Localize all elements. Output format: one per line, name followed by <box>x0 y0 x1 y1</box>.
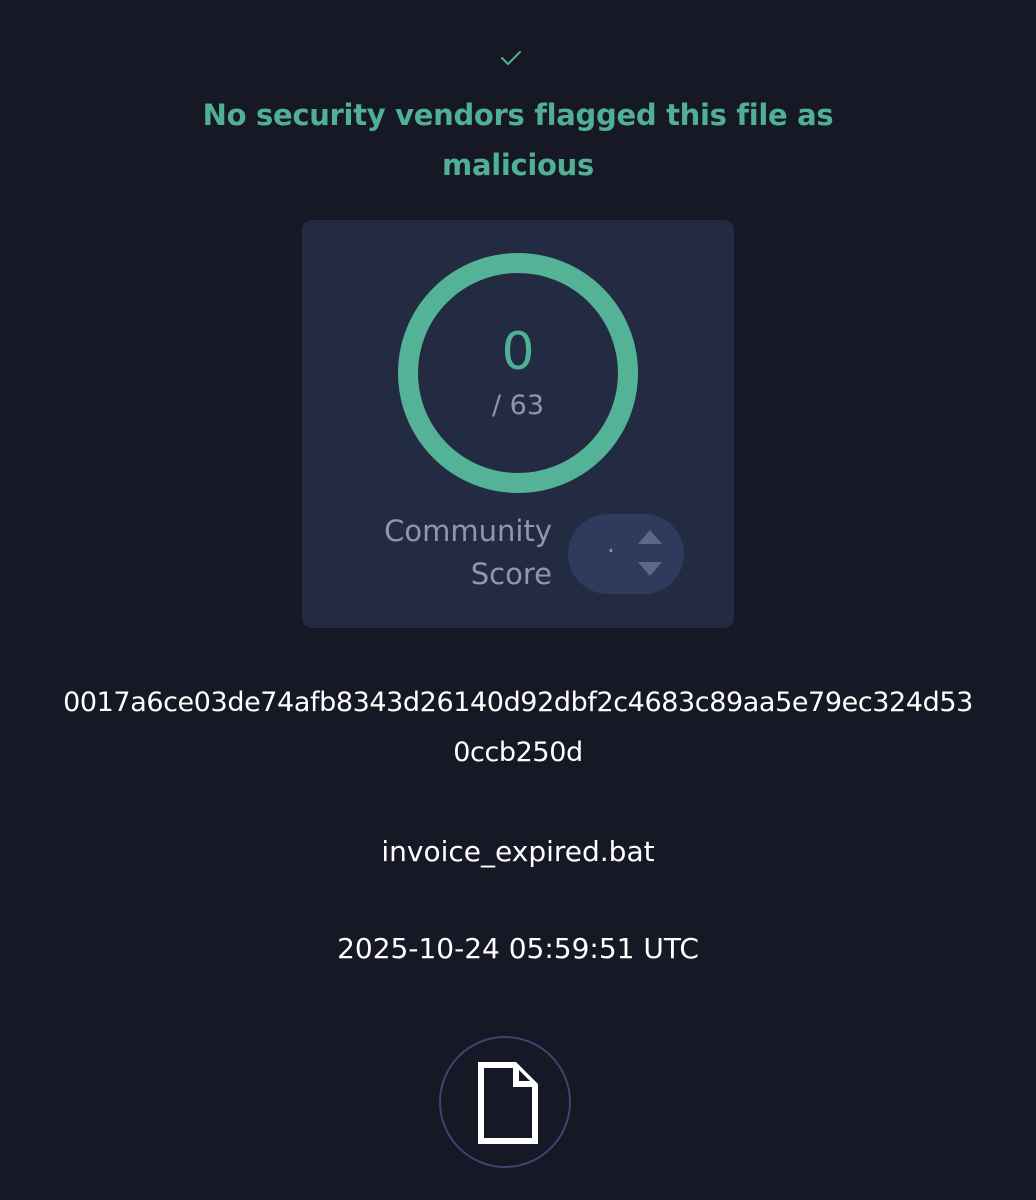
file-icon <box>478 1062 538 1144</box>
community-score-value: · <box>607 537 615 565</box>
vote-up-icon[interactable] <box>637 529 663 545</box>
check-icon <box>501 51 521 65</box>
file-name: invoice_expired.bat <box>381 835 655 868</box>
vote-down-icon[interactable] <box>637 561 663 577</box>
detection-score-card: 0 / 63 Community Score · <box>302 220 734 628</box>
file-hash: 0017a6ce03de74afb8343d26140d92dbf2c4683c… <box>63 687 973 768</box>
detection-count: 0 <box>501 322 535 382</box>
detection-total: / 63 <box>491 390 545 421</box>
file-type-badge <box>439 1036 571 1168</box>
community-score-label: Community Score <box>384 514 552 591</box>
community-score-widget: · <box>568 514 684 594</box>
verdict-title: No security vendors flagged this file as… <box>202 98 834 182</box>
scan-date: 2025-10-24 05:59:51 UTC <box>337 932 699 965</box>
